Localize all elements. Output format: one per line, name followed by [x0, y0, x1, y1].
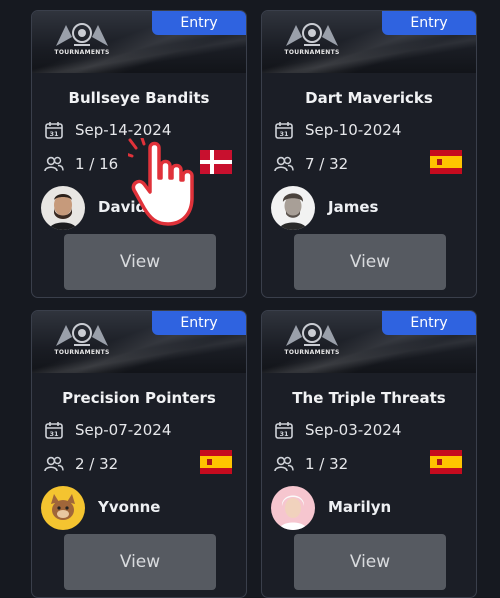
tournament-date: Sep-07-2024	[75, 421, 172, 439]
tournament-date: Sep-10-2024	[305, 121, 402, 139]
logo-text: TOURNAMENTS	[54, 49, 110, 56]
svg-text:31: 31	[279, 430, 289, 438]
view-button[interactable]: View	[64, 234, 216, 290]
calendar-icon: 31	[44, 120, 64, 140]
tournament-card[interactable]: TOURNAMENTS Entry Bullseye Bandits 31 Se…	[31, 10, 247, 298]
date-row: 31 Sep-07-2024	[44, 419, 171, 441]
player-name: James	[328, 198, 379, 216]
tournaments-logo: TOURNAMENTS	[52, 19, 112, 65]
avatar	[271, 486, 315, 530]
players-row: 2 / 32	[44, 453, 118, 475]
player-count: 7 / 32	[305, 155, 349, 173]
logo-text: TOURNAMENTS	[284, 49, 340, 56]
tournament-banner: TOURNAMENTS Entry	[262, 311, 476, 373]
view-button[interactable]: View	[294, 534, 446, 590]
tournament-title: Bullseye Bandits	[68, 89, 210, 107]
tournaments-logo: TOURNAMENTS	[282, 19, 342, 65]
player-name: Yvonne	[98, 498, 161, 516]
calendar-icon: 31	[44, 420, 64, 440]
avatar	[41, 486, 85, 530]
entry-badge[interactable]: Entry	[152, 11, 246, 35]
tournament-card[interactable]: TOURNAMENTS Entry Dart Mavericks 31 Sep-…	[261, 10, 477, 298]
tournament-banner: TOURNAMENTS Entry	[32, 11, 246, 73]
tournament-title: Precision Pointers	[62, 389, 216, 407]
player-count: 1 / 16	[75, 155, 119, 173]
tournament-banner: TOURNAMENTS Entry	[262, 11, 476, 73]
view-button[interactable]: View	[64, 534, 216, 590]
date-row: 31 Sep-10-2024	[274, 119, 401, 141]
spain-flag-icon	[430, 150, 462, 174]
avatar	[41, 186, 85, 230]
players-row: 1 / 16	[44, 153, 118, 175]
player-name: Marilyn	[328, 498, 392, 516]
player-name: David	[98, 198, 147, 216]
date-row: 31 Sep-14-2024	[44, 119, 171, 141]
tournament-date: Sep-03-2024	[305, 421, 402, 439]
calendar-icon: 31	[274, 120, 294, 140]
users-icon	[44, 154, 64, 174]
tournament-banner: TOURNAMENTS Entry	[32, 311, 246, 373]
svg-text:31: 31	[49, 130, 59, 138]
players-row: 7 / 32	[274, 153, 348, 175]
entry-badge[interactable]: Entry	[382, 11, 476, 35]
calendar-icon: 31	[274, 420, 294, 440]
tournaments-logo: TOURNAMENTS	[52, 319, 112, 365]
users-icon	[274, 454, 294, 474]
tournament-title: The Triple Threats	[292, 389, 446, 407]
entry-badge[interactable]: Entry	[152, 311, 246, 335]
avatar	[271, 186, 315, 230]
view-button[interactable]: View	[294, 234, 446, 290]
entry-badge[interactable]: Entry	[382, 311, 476, 335]
tournament-title: Dart Mavericks	[305, 89, 433, 107]
logo-text: TOURNAMENTS	[284, 349, 340, 356]
spain-flag-icon	[430, 450, 462, 474]
users-icon	[274, 154, 294, 174]
users-icon	[44, 454, 64, 474]
spain-flag-icon	[200, 450, 232, 474]
tournament-card[interactable]: TOURNAMENTS Entry The Triple Threats 31 …	[261, 310, 477, 598]
tournament-date: Sep-14-2024	[75, 121, 172, 139]
svg-text:31: 31	[279, 130, 289, 138]
player-count: 2 / 32	[75, 455, 119, 473]
tournament-card[interactable]: TOURNAMENTS Entry Precision Pointers 31 …	[31, 310, 247, 598]
svg-text:31: 31	[49, 430, 59, 438]
denmark-flag-icon	[200, 150, 232, 174]
players-row: 1 / 32	[274, 453, 348, 475]
logo-text: TOURNAMENTS	[54, 349, 110, 356]
tournaments-logo: TOURNAMENTS	[282, 319, 342, 365]
date-row: 31 Sep-03-2024	[274, 419, 401, 441]
player-count: 1 / 32	[305, 455, 349, 473]
